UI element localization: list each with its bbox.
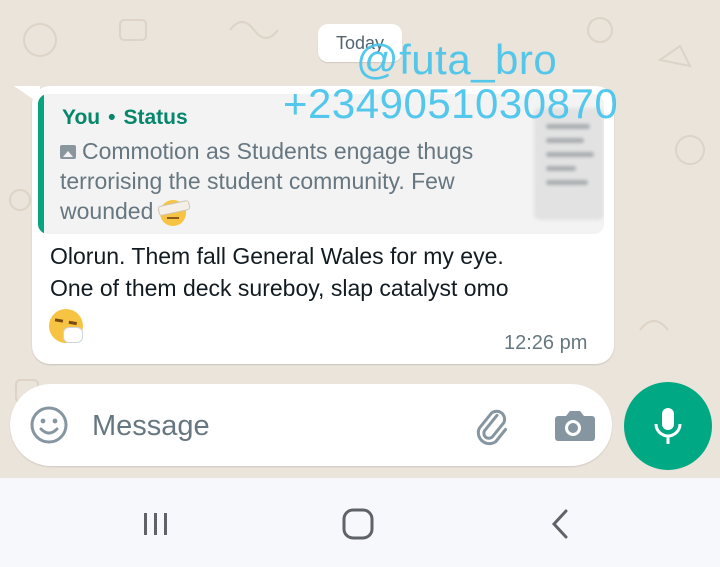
message-composer (10, 384, 612, 466)
quote-author: You (62, 106, 101, 129)
back-icon[interactable] (530, 502, 590, 546)
quote-accent-bar (38, 94, 44, 234)
watermark-username: @futa_bro (356, 36, 558, 83)
quote-text-block: Commotion as Students engage thugs terro… (60, 136, 480, 226)
face-with-head-bandage-emoji (159, 199, 186, 226)
recent-apps-icon[interactable] (126, 502, 186, 546)
camera-icon[interactable] (550, 404, 596, 446)
watermark-phone: +2349051030870 (283, 80, 619, 127)
quote-text: Commotion as Students engage thugs terro… (60, 138, 474, 224)
message-text: Olorun. Them fall General Wales for my e… (50, 240, 600, 304)
message-line: Olorun. Them fall General Wales for my e… (50, 243, 504, 269)
message-time: 12:26 pm (504, 332, 588, 354)
paperclip-icon[interactable] (468, 402, 514, 448)
system-navigation-bar (0, 478, 720, 567)
image-icon (60, 145, 76, 159)
message-input[interactable] (90, 402, 454, 450)
quote-source: Status (123, 106, 188, 129)
smiley-icon[interactable] (28, 404, 70, 446)
quote-header: You • Status (62, 106, 188, 130)
quote-separator: • (108, 106, 116, 129)
microphone-icon[interactable] (624, 382, 712, 470)
message-line: One of them deck sureboy, slap catalyst … (50, 275, 509, 301)
sneezing-face-emoji (49, 309, 83, 343)
home-icon[interactable] (328, 502, 388, 546)
